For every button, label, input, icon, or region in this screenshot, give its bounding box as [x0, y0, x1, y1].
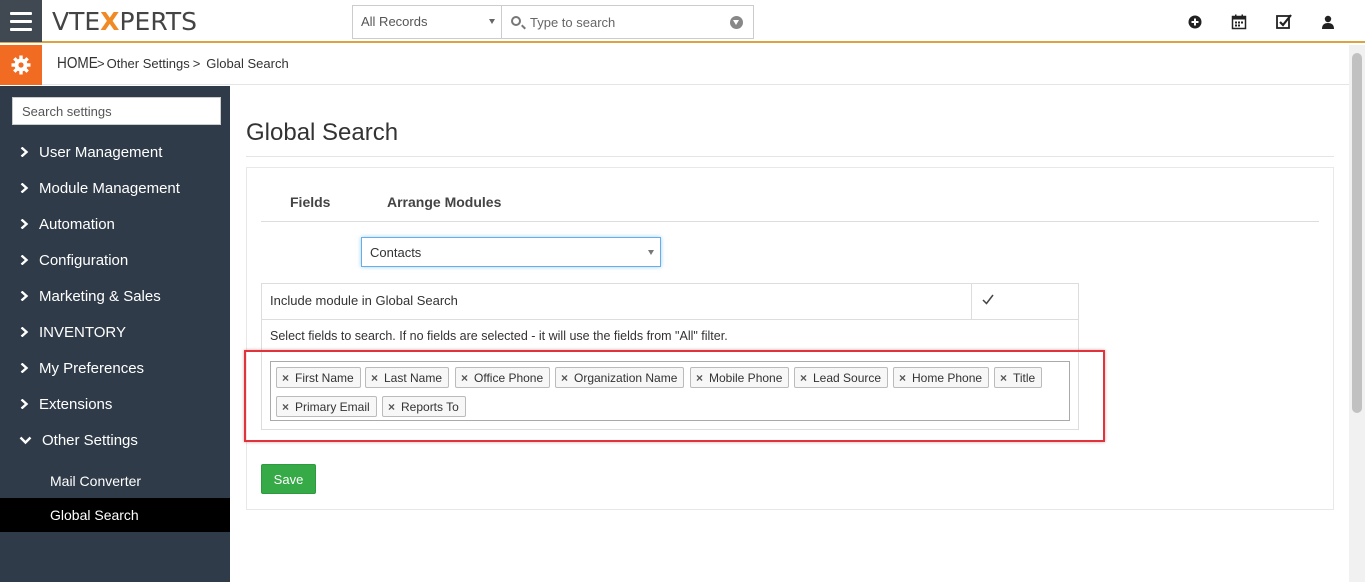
sidebar-subitem-label: Mail Converter	[50, 473, 142, 489]
plus-circle-icon[interactable]	[1186, 13, 1204, 31]
sidebar-item-automation[interactable]: Automation	[0, 206, 230, 242]
chevron-right-icon	[20, 327, 29, 337]
annotation-highlight-box	[244, 350, 1105, 442]
sidebar-item-label: INVENTORY	[39, 323, 126, 341]
page-scrollbar[interactable]	[1349, 45, 1365, 582]
records-select-value: All Records	[361, 14, 428, 29]
caret-down-icon	[648, 250, 654, 255]
breadcrumb-separator: >	[192, 56, 201, 71]
sidebar-item-configuration[interactable]: Configuration	[0, 242, 230, 278]
chevron-right-icon	[20, 363, 29, 373]
sidebar-item-module-management[interactable]: Module Management	[0, 170, 230, 206]
sidebar-item-label: Extensions	[39, 395, 113, 413]
sidebar-item-other-settings[interactable]: Other Settings	[0, 422, 230, 458]
gear-icon	[11, 55, 31, 75]
caret-down-icon	[489, 19, 495, 24]
top-bar: VTEXPERTS All Records	[0, 0, 1365, 43]
include-module-row: Include module in Global Search	[262, 284, 1078, 320]
records-select[interactable]: All Records	[352, 5, 502, 39]
include-module-checkbox-cell	[971, 284, 1078, 320]
sidebar-item-label: Other Settings	[42, 431, 138, 449]
settings-button[interactable]	[0, 45, 42, 85]
module-select-value: Contacts	[370, 245, 422, 260]
sidebar-item-extensions[interactable]: Extensions	[0, 386, 230, 422]
global-search-box	[502, 5, 754, 39]
checkbox-icon[interactable]	[1275, 13, 1293, 31]
page-title: Global Search	[246, 119, 399, 146]
tab-fields[interactable]: Fields	[290, 194, 330, 210]
chevron-right-icon	[20, 183, 29, 193]
breadcrumb: HOME > Other Settings > Global Search	[57, 55, 289, 73]
chevron-right-icon	[20, 399, 29, 409]
logo[interactable]: VTEXPERTS	[52, 7, 197, 36]
sidebar-subitem-mail-converter[interactable]: Mail Converter	[0, 464, 230, 498]
sidebar-item-label: Marketing & Sales	[39, 287, 161, 305]
settings-sidebar: User Management Module Management Automa…	[0, 86, 230, 582]
breadcrumb-separator: >	[97, 56, 105, 71]
scrollbar-thumb[interactable]	[1352, 53, 1362, 413]
sidebar-subitem-label: Global Search	[50, 507, 139, 523]
search-icon	[511, 16, 521, 26]
save-button[interactable]: Save	[261, 464, 316, 494]
advanced-search-icon[interactable]	[730, 16, 743, 29]
module-select[interactable]: Contacts	[361, 237, 661, 267]
sidebar-item-label: My Preferences	[39, 359, 145, 377]
sidebar-item-inventory[interactable]: INVENTORY	[0, 314, 230, 350]
global-search-input[interactable]	[530, 13, 720, 31]
sidebar-item-my-preferences[interactable]: My Preferences	[0, 350, 230, 386]
sidebar-item-label: User Management	[39, 143, 163, 161]
sidebar-subitem-global-search[interactable]: Global Search	[0, 498, 230, 532]
fields-help-text: Select fields to search. If no fields ar…	[270, 329, 728, 343]
chevron-right-icon	[20, 219, 29, 229]
sidebar-item-label: Configuration	[39, 251, 129, 269]
user-icon[interactable]	[1319, 13, 1337, 31]
include-module-label: Include module in Global Search	[270, 293, 458, 308]
breadcrumb-other-settings[interactable]: Other Settings	[107, 56, 190, 71]
chevron-right-icon	[20, 147, 29, 157]
calendar-icon[interactable]	[1230, 13, 1248, 31]
title-divider	[246, 156, 1334, 157]
breadcrumb-current: Global Search	[206, 56, 289, 71]
sidebar-item-user-management[interactable]: User Management	[0, 134, 230, 170]
chevron-right-icon	[20, 255, 29, 265]
sidebar-item-label: Module Management	[39, 179, 180, 197]
include-module-checkbox[interactable]	[981, 293, 995, 307]
chevron-down-icon	[19, 436, 32, 445]
breadcrumb-home[interactable]: HOME	[57, 55, 98, 73]
tab-arrange-modules[interactable]: Arrange Modules	[387, 194, 501, 210]
hamburger-menu-button[interactable]	[0, 0, 42, 42]
sub-header: HOME > Other Settings > Global Search	[0, 45, 1365, 85]
sidebar-item-marketing-sales[interactable]: Marketing & Sales	[0, 278, 230, 314]
settings-search-input[interactable]	[12, 97, 221, 125]
chevron-right-icon	[20, 291, 29, 301]
tab-divider	[261, 221, 1319, 222]
sidebar-item-label: Automation	[39, 215, 115, 233]
